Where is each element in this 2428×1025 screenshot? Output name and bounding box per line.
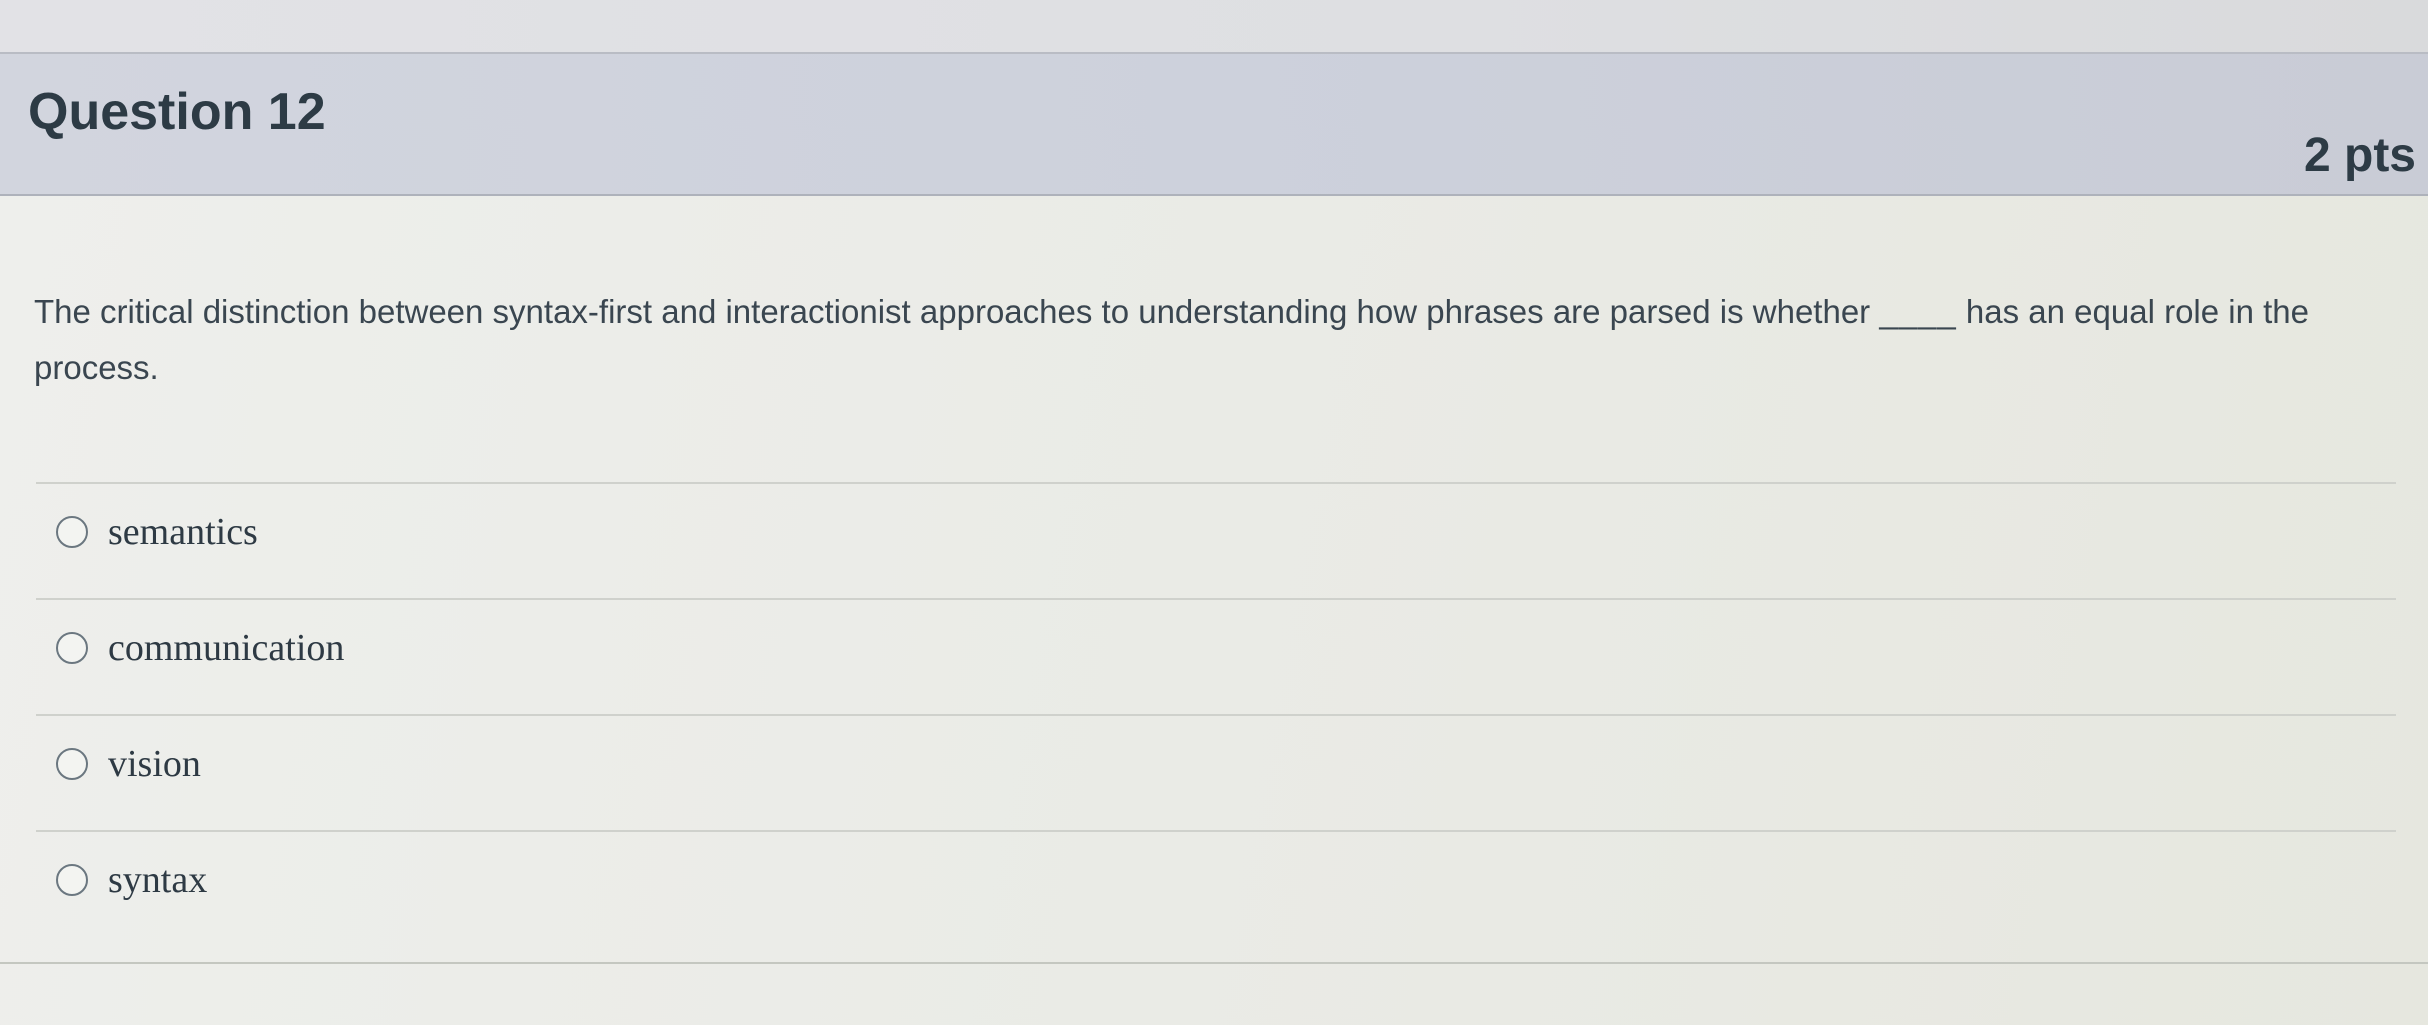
answer-option-vision[interactable]: vision bbox=[56, 734, 201, 794]
question-points: 2 pts bbox=[2303, 129, 2416, 182]
radio-button-communication[interactable] bbox=[56, 632, 88, 664]
radio-button-semantics[interactable] bbox=[56, 516, 88, 548]
answer-divider bbox=[36, 714, 2396, 716]
answer-label-syntax[interactable]: syntax bbox=[108, 858, 207, 902]
answer-option-syntax[interactable]: syntax bbox=[56, 850, 207, 910]
answer-label-semantics[interactable]: semantics bbox=[108, 510, 258, 554]
fill-in-blank: ____ bbox=[1879, 293, 1957, 330]
answer-divider bbox=[36, 482, 2396, 484]
answer-divider bbox=[36, 830, 2396, 832]
question-title: Question 12 bbox=[28, 83, 326, 141]
question-text-start: The critical distinction between syntax-… bbox=[34, 293, 1880, 330]
answer-option-communication[interactable]: communication bbox=[56, 618, 344, 678]
card-bottom-border bbox=[0, 962, 2428, 964]
answer-label-vision[interactable]: vision bbox=[108, 742, 201, 786]
radio-button-vision[interactable] bbox=[56, 748, 88, 780]
answer-label-communication[interactable]: communication bbox=[108, 626, 344, 670]
top-strip bbox=[0, 0, 2428, 52]
question-header: Question 12 2 pts bbox=[0, 54, 2428, 196]
answer-option-semantics[interactable]: semantics bbox=[56, 502, 258, 562]
radio-button-syntax[interactable] bbox=[56, 864, 88, 896]
question-card: Question 12 2 pts The critical distincti… bbox=[0, 52, 2428, 1025]
answer-divider bbox=[36, 598, 2396, 600]
question-text: The critical distinction between syntax-… bbox=[34, 284, 2374, 396]
